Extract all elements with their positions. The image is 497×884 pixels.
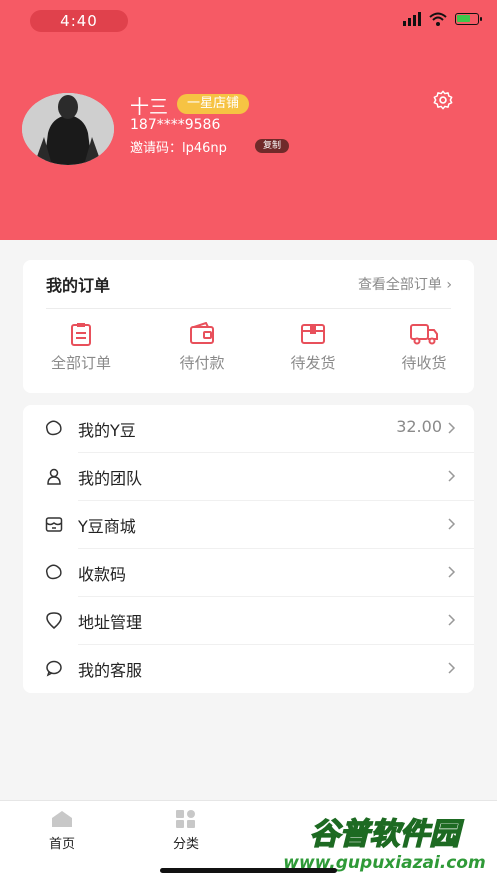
chevron-right-icon [448, 422, 456, 434]
menu-card: 我的Y豆 32.00 我的团队 Y豆商城 收款码 地址管理 我的客服 [23, 405, 474, 693]
menu-item-label: 收款码 [78, 565, 127, 584]
chat-icon [46, 660, 62, 677]
tab-category[interactable]: 分类 [146, 809, 226, 852]
menu-item-y-beans[interactable]: 我的Y豆 32.00 [23, 405, 474, 453]
package-icon [301, 324, 325, 344]
order-pending-payment-label: 待付款 [179, 354, 225, 372]
watermark-text: 谷普软件园 [309, 816, 461, 853]
battery-icon [455, 13, 482, 25]
user-name: 十三 [130, 96, 169, 118]
menu-item-bean-mall[interactable]: Y豆商城 [23, 501, 474, 549]
bean-icon [45, 564, 62, 580]
signal-icon [403, 12, 421, 26]
orders-title: 我的订单 [46, 276, 111, 295]
menu-item-payment-code[interactable]: 收款码 [23, 549, 474, 597]
y-beans-balance: 32.00 [396, 417, 442, 436]
chevron-right-icon [448, 662, 456, 674]
tab-home-label: 首页 [48, 837, 75, 852]
location-icon [46, 612, 62, 629]
avatar[interactable] [22, 93, 114, 165]
menu-item-label: 地址管理 [78, 613, 143, 632]
home-icon [52, 811, 72, 827]
copy-button[interactable]: 复制 [255, 139, 290, 153]
orders-card: 我的订单 查看全部订单 › 全部订单 待付款 待发货 待收货 [23, 260, 474, 393]
order-pending-payment[interactable]: 待付款 [152, 322, 252, 373]
chevron-right-icon [448, 614, 456, 626]
menu-item-team[interactable]: 我的团队 [23, 453, 474, 501]
person-icon [47, 468, 61, 485]
truck-icon [410, 324, 438, 345]
all-orders-icon [71, 323, 91, 346]
tab-home[interactable]: 首页 [22, 809, 102, 852]
status-time: 4:40 [30, 10, 128, 32]
status-icons [403, 12, 482, 26]
order-pending-receipt-label: 待收货 [401, 354, 447, 372]
store-icon [45, 517, 63, 532]
divider [46, 308, 451, 309]
shop-level-badge: 一星店铺 [177, 94, 250, 114]
order-pending-shipment-label: 待发货 [290, 354, 336, 372]
wallet-icon [190, 322, 214, 344]
menu-item-address[interactable]: 地址管理 [23, 597, 474, 645]
chevron-right-icon [448, 566, 456, 578]
gear-icon[interactable] [432, 89, 454, 111]
order-all[interactable]: 全部订单 [31, 322, 131, 373]
wifi-icon [429, 12, 447, 26]
order-pending-receipt[interactable]: 待收货 [374, 322, 474, 373]
profile-header: 4:40 十三 一星店铺 187****9586 邀请码：lp46np 复制 [0, 0, 497, 240]
category-icon [176, 810, 195, 828]
menu-item-label: 我的客服 [78, 661, 143, 680]
phone-number: 187****9586 [130, 117, 221, 133]
bean-icon [45, 420, 62, 436]
order-all-label: 全部订单 [50, 354, 111, 372]
chevron-right-icon [448, 518, 456, 530]
view-all-orders-link[interactable]: 查看全部订单 › [358, 274, 452, 294]
home-indicator [160, 868, 337, 873]
menu-item-customer-service[interactable]: 我的客服 [23, 645, 474, 693]
chevron-right-icon [448, 470, 456, 482]
order-pending-shipment[interactable]: 待发货 [263, 322, 363, 373]
tab-category-label: 分类 [172, 837, 199, 852]
menu-item-label: 我的团队 [78, 469, 143, 488]
invite-code: 邀请码：lp46np [130, 141, 227, 156]
menu-item-label: Y豆商城 [78, 517, 136, 536]
menu-item-label: 我的Y豆 [78, 421, 136, 440]
view-all-orders-label: 查看全部订单 [357, 277, 442, 293]
